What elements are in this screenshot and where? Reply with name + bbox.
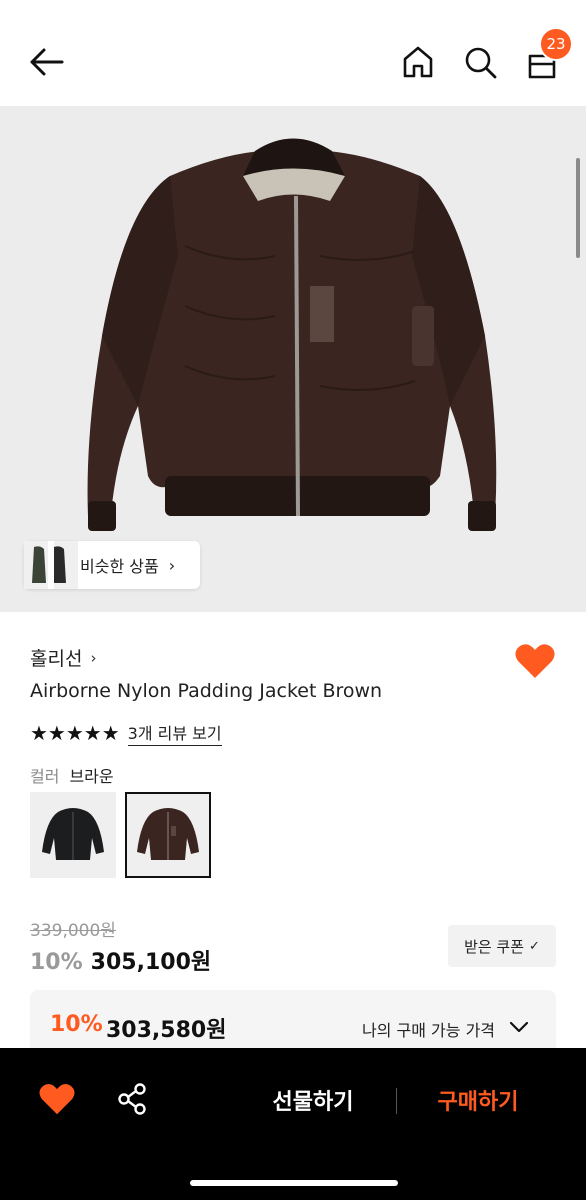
color-row: 컬러 브라운: [30, 763, 114, 787]
image-scroll-indicator: [576, 158, 580, 258]
my-price-label: 나의 구매 가능 가격: [362, 1021, 496, 1040]
buy-button[interactable]: 구매하기: [414, 1084, 542, 1116]
bottom-action-bar: 선물하기 구매하기: [0, 1048, 586, 1200]
bottom-like-button[interactable]: [38, 1082, 76, 1116]
view-reviews-link[interactable]: 3개 리뷰 보기: [127, 720, 222, 746]
sale-price: 305,100원: [90, 950, 212, 975]
home-indicator: [190, 1180, 398, 1186]
check-icon: ✓: [529, 938, 540, 954]
color-value: 브라운: [69, 767, 114, 786]
chevron-right-icon: ›: [168, 555, 176, 575]
home-button[interactable]: [400, 44, 436, 80]
product-title: Airborne Nylon Padding Jacket Brown: [30, 680, 383, 702]
chevron-down-icon: [509, 1021, 529, 1033]
search-icon: [465, 47, 497, 79]
coupon-label: 받은 쿠폰: [464, 937, 525, 956]
arrow-left-icon: [30, 48, 64, 76]
rating-row: ★★★★★ 3개 리뷰 보기: [30, 720, 222, 746]
received-coupon-button[interactable]: 받은 쿠폰 ✓: [448, 925, 556, 967]
home-icon: [403, 46, 433, 78]
divider: [396, 1088, 397, 1114]
original-price: 339,000원: [30, 921, 116, 941]
color-swatch-brown[interactable]: [125, 792, 211, 878]
heart-icon: [515, 644, 555, 678]
like-button[interactable]: [514, 642, 556, 680]
cart-count-badge: 23: [539, 27, 573, 61]
share-icon: [118, 1083, 146, 1115]
heart-icon: [39, 1083, 75, 1115]
similar-products-label: 비슷한 상품: [80, 557, 159, 576]
product-image-gallery[interactable]: 비슷한 상품 ›: [0, 106, 586, 612]
product-image: [87, 138, 497, 531]
brand-link[interactable]: 홀리선 ›: [30, 644, 96, 671]
share-button[interactable]: [116, 1082, 150, 1116]
color-label: 컬러: [30, 767, 60, 786]
search-button[interactable]: [462, 44, 498, 80]
similar-products-button[interactable]: 비슷한 상품 ›: [24, 541, 200, 589]
back-button[interactable]: [26, 44, 68, 80]
color-swatch-black[interactable]: [30, 792, 116, 878]
similar-products-thumbnails: [24, 541, 78, 589]
sale-price-row: 10% 305,100원: [30, 944, 211, 976]
my-price-value: 303,580원: [106, 1018, 227, 1043]
brand-name: 홀리선: [30, 648, 83, 670]
top-bar: 23: [0, 0, 586, 106]
my-price-discount: 10%: [50, 1012, 103, 1037]
discount-percent: 10%: [30, 950, 83, 975]
chevron-right-icon: ›: [90, 648, 97, 667]
gift-button[interactable]: 선물하기: [250, 1084, 376, 1116]
rating-stars: ★★★★★: [30, 721, 120, 745]
